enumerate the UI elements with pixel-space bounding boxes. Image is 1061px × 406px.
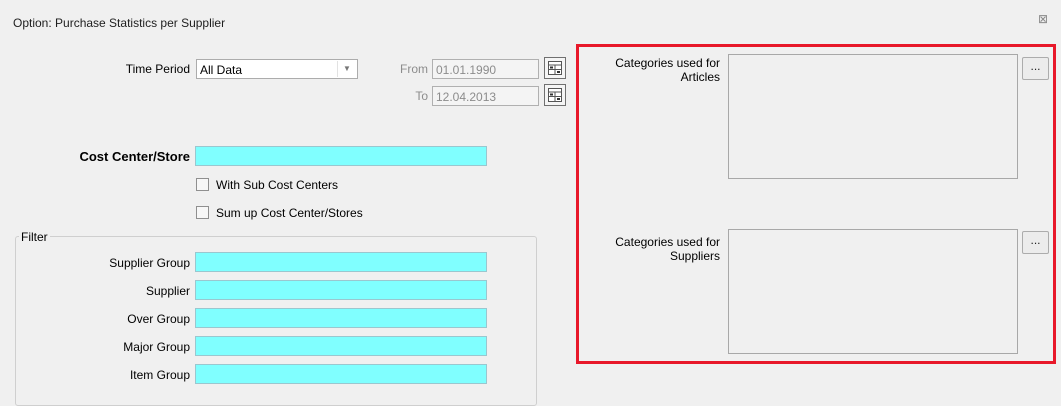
cost-center-field[interactable] bbox=[195, 146, 487, 166]
supplier-label: Supplier bbox=[145, 284, 190, 298]
from-calendar-button[interactable] bbox=[544, 57, 566, 79]
suppliers-categories-label-line2: Suppliers bbox=[669, 249, 720, 263]
from-label: From bbox=[400, 62, 428, 76]
title-bar: Option: Purchase Statistics per Supplier… bbox=[0, 0, 1061, 44]
calendar-icon bbox=[548, 88, 562, 102]
supplier-group-label: Supplier Group bbox=[109, 256, 190, 270]
suppliers-categories-list[interactable] bbox=[728, 229, 1018, 354]
articles-categories-browse-button[interactable]: ... bbox=[1022, 57, 1049, 80]
articles-categories-label-line2: Articles bbox=[680, 70, 720, 84]
major-group-field[interactable] bbox=[195, 336, 487, 356]
over-group-label: Over Group bbox=[127, 312, 190, 326]
articles-categories-list[interactable] bbox=[728, 54, 1018, 179]
articles-categories-label-line1: Categories used for bbox=[615, 56, 720, 70]
filter-legend: Filter bbox=[19, 230, 50, 244]
to-date-value: 12.04.2013 bbox=[436, 90, 497, 104]
with-sub-cost-centers-checkbox[interactable] bbox=[196, 178, 209, 191]
chevron-down-icon[interactable]: ▼ bbox=[337, 61, 356, 77]
with-sub-cost-centers-label: With Sub Cost Centers bbox=[216, 178, 339, 192]
sum-up-cost-centers-checkbox[interactable] bbox=[196, 206, 209, 219]
time-period-label: Time Period bbox=[125, 62, 190, 76]
supplier-group-field[interactable] bbox=[195, 252, 487, 272]
from-date-value: 01.01.1990 bbox=[436, 63, 497, 77]
dialog-window: Option: Purchase Statistics per Supplier… bbox=[0, 0, 1061, 406]
supplier-field[interactable] bbox=[195, 280, 487, 300]
item-group-field[interactable] bbox=[195, 364, 487, 384]
to-calendar-button[interactable] bbox=[544, 84, 566, 106]
over-group-field[interactable] bbox=[195, 308, 487, 328]
sum-up-cost-centers-label: Sum up Cost Center/Stores bbox=[216, 206, 363, 220]
close-icon[interactable]: ⊠ bbox=[1036, 12, 1050, 26]
cost-center-label: Cost Center/Store bbox=[79, 149, 190, 164]
time-period-select[interactable]: All Data ▼ bbox=[196, 59, 358, 79]
suppliers-categories-browse-button[interactable]: ... bbox=[1022, 231, 1049, 254]
major-group-label: Major Group bbox=[123, 340, 190, 354]
window-title: Option: Purchase Statistics per Supplier bbox=[13, 16, 226, 30]
from-date-field[interactable]: 01.01.1990 bbox=[432, 59, 539, 79]
suppliers-categories-label-line1: Categories used for bbox=[615, 235, 720, 249]
calendar-icon bbox=[548, 61, 562, 75]
to-date-field[interactable]: 12.04.2013 bbox=[432, 86, 539, 106]
item-group-label: Item Group bbox=[129, 368, 190, 382]
to-label: To bbox=[415, 89, 428, 103]
time-period-value: All Data bbox=[200, 63, 243, 77]
